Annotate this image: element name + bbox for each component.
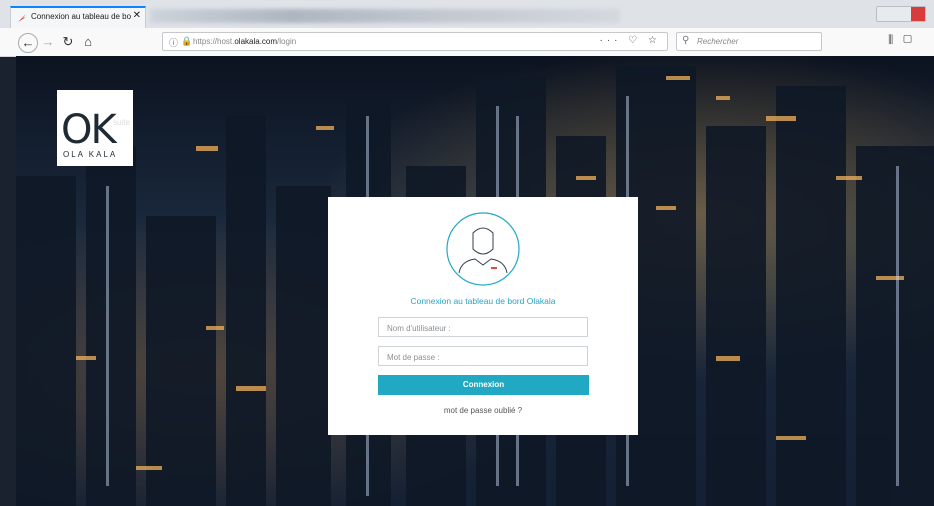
ola-kala-logo: suite OK OLA KALA	[57, 90, 133, 166]
url-path: /login	[277, 37, 297, 46]
password-field[interactable]	[378, 346, 588, 367]
back-button[interactable]: ←	[18, 33, 38, 53]
connexion-button[interactable]: Connexion	[378, 375, 589, 395]
favicon-icon	[18, 14, 26, 22]
home-icon[interactable]: ⌂	[78, 32, 98, 52]
close-window-icon[interactable]	[911, 7, 925, 21]
close-tab-icon[interactable]: ✕	[133, 10, 141, 21]
reload-icon[interactable]: ↻	[58, 32, 78, 52]
page-background: suite OK OLA KALA Connexion au tableau d…	[16, 56, 934, 506]
library-sidebar-icons[interactable]: ⫼▢	[888, 34, 922, 47]
username-field[interactable]	[378, 317, 588, 338]
tab-title: Connexion au tableau de bord	[31, 12, 131, 21]
logo-suite-text: suite	[113, 118, 130, 127]
url-text[interactable]: https://host.olakala.com/login	[193, 37, 296, 46]
logo-mark: OK	[61, 107, 117, 153]
navigation-bar: ← → ↻ ⌂ ⓘ 🔒 https://host.olakala.com/log…	[0, 28, 934, 57]
info-icon[interactable]: ⓘ	[169, 36, 178, 49]
search-icon: ⚲	[682, 35, 690, 46]
forward-button[interactable]: →	[38, 32, 58, 52]
search-bar[interactable]: ⚲ Rechercher	[676, 32, 822, 51]
lock-icon[interactable]: 🔒	[181, 36, 192, 47]
window-controls[interactable]	[876, 6, 926, 22]
url-domain: olakala.com	[234, 37, 278, 46]
tab-bar: Connexion au tableau de bord ✕	[0, 0, 934, 28]
logo-name: OLA KALA	[63, 150, 118, 159]
address-bar[interactable]: ⓘ 🔒 https://host.olakala.com/login ··· ♡…	[162, 32, 668, 51]
login-title: Connexion au tableau de bord Olakala	[410, 296, 556, 306]
page-actions[interactable]: ··· ♡ ☆	[600, 35, 661, 46]
browser-tab[interactable]: Connexion au tableau de bord ✕	[10, 6, 146, 28]
username-input[interactable]	[379, 319, 587, 338]
search-placeholder: Rechercher	[697, 37, 739, 46]
password-input[interactable]	[379, 348, 587, 367]
url-prefix: https://host.	[193, 37, 235, 46]
forgot-password-link[interactable]: mot de passe oublié ?	[328, 406, 638, 415]
login-card: Connexion au tableau de bord Olakala Con…	[328, 197, 638, 435]
blurred-window-title	[150, 9, 620, 23]
user-avatar-icon	[446, 212, 520, 286]
